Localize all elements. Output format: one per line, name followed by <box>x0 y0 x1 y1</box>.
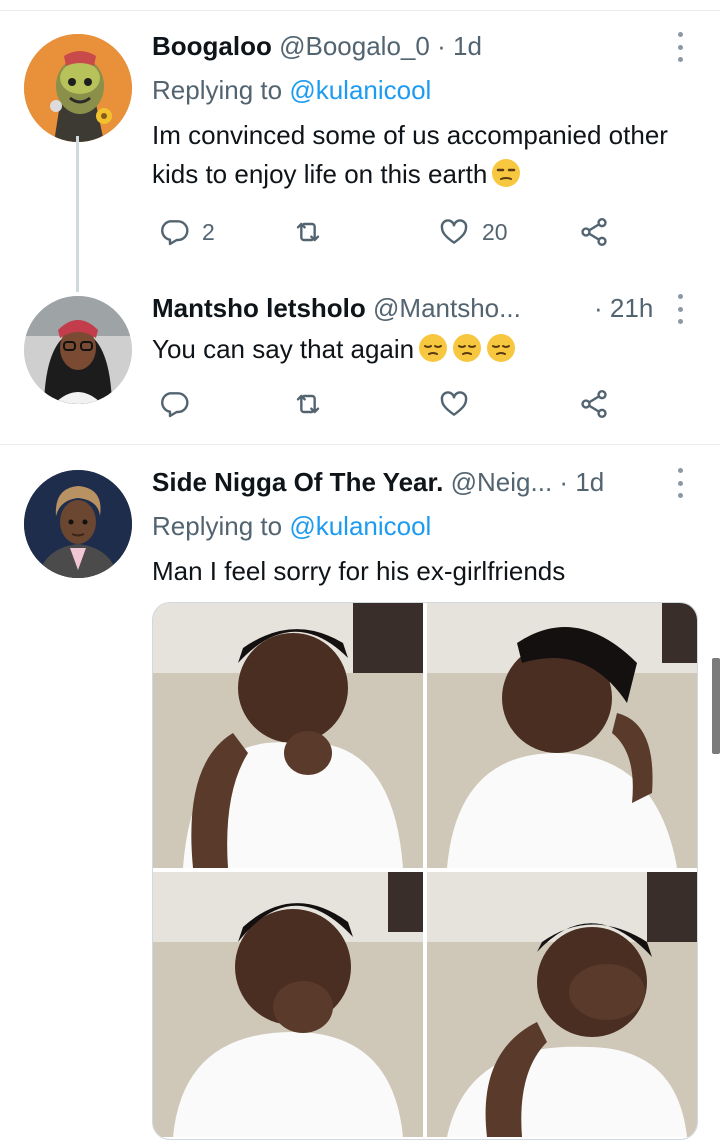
tweet-text: Man I feel sorry for his ex-girlfriends <box>152 552 692 591</box>
person-avatar-image <box>24 470 132 578</box>
boy-thinking-photo <box>153 603 423 868</box>
author-name[interactable]: Mantsho letsholo <box>152 293 366 323</box>
media-photo-4[interactable] <box>427 872 697 1137</box>
media-photo-3[interactable] <box>153 872 423 1137</box>
like-icon <box>440 219 468 244</box>
tweet2-actions <box>152 388 622 428</box>
boy-facepalm-photo <box>427 872 697 1137</box>
retweet-button[interactable] <box>292 388 324 420</box>
share-icon <box>581 218 607 246</box>
share-icon <box>581 390 607 418</box>
like-count: 20 <box>482 218 508 245</box>
replying-prefix: Replying to <box>152 511 283 541</box>
share-button[interactable] <box>578 216 610 248</box>
scrollbar[interactable] <box>712 658 720 754</box>
tweet-text-content: You can say that again <box>152 334 415 364</box>
pensive-face-icon <box>453 334 482 362</box>
avatar-boogaloo[interactable] <box>24 34 132 142</box>
author-handle[interactable]: @Boogalo_0 <box>279 31 430 61</box>
reply-icon <box>161 220 189 246</box>
tweet1-header: Boogaloo @Boogalo_0 · 1d <box>152 30 482 62</box>
tweet-divider <box>0 444 720 445</box>
mention-link[interactable]: @kulanicool <box>289 75 431 105</box>
author-handle[interactable]: @Neig... <box>451 467 553 497</box>
timestamp[interactable]: 1d <box>453 31 482 61</box>
boy-covering-face-photo <box>153 872 423 1137</box>
author-name[interactable]: Side Nigga Of The Year. <box>152 467 443 497</box>
like-icon <box>440 391 468 416</box>
media-photo-1[interactable] <box>153 603 423 868</box>
replying-to: Replying to @kulanicool <box>152 510 431 542</box>
tweet-text-content: Im convinced some of us accompanied othe… <box>152 120 668 189</box>
pensive-face-icon <box>419 334 448 362</box>
media-photo-2[interactable] <box>427 603 697 868</box>
boy-looking-back-photo <box>427 603 697 868</box>
more-icon[interactable] <box>675 468 685 498</box>
reply-button[interactable]: 2 <box>158 216 215 248</box>
more-icon[interactable] <box>675 294 685 324</box>
share-button[interactable] <box>578 388 610 420</box>
tweet-text: You can say that again <box>152 330 692 369</box>
tweet3-header: Side Nigga Of The Year. @Neig... · 1d <box>152 466 604 498</box>
timestamp[interactable]: 1d <box>575 467 604 497</box>
person-avatar-image <box>24 296 132 404</box>
retweet-icon <box>296 222 320 242</box>
reply-count: 2 <box>202 218 215 245</box>
tweet2-header: Mantsho letsholo @Mantsho... <box>152 292 521 324</box>
ape-avatar-image <box>24 34 132 142</box>
unamused-face-icon <box>492 159 521 187</box>
separator-dot: · <box>437 31 446 61</box>
separator-dot: · <box>559 467 569 497</box>
tweet2-time: · 21h <box>594 292 653 324</box>
tweet1-actions: 2 20 <box>152 216 622 256</box>
mention-link[interactable]: @kulanicool <box>289 511 431 541</box>
author-name[interactable]: Boogaloo <box>152 31 272 61</box>
thread-line <box>76 136 79 292</box>
reply-button[interactable] <box>158 388 190 420</box>
pensive-face-icon <box>487 334 516 362</box>
like-button[interactable]: 20 <box>438 216 508 248</box>
tweet-text: Im convinced some of us accompanied othe… <box>152 116 692 194</box>
author-handle[interactable]: @Mantsho... <box>373 293 521 323</box>
retweet-icon <box>296 394 320 414</box>
retweet-button[interactable] <box>292 216 324 248</box>
media-grid[interactable] <box>152 602 698 1140</box>
replying-prefix: Replying to <box>152 75 283 105</box>
like-button[interactable] <box>438 388 470 420</box>
top-divider <box>0 10 720 11</box>
avatar-mantsho[interactable] <box>24 296 132 404</box>
replying-to: Replying to @kulanicool <box>152 74 431 106</box>
tweet-text-content: Man I feel sorry for his ex-girlfriends <box>152 556 566 586</box>
reply-icon <box>161 392 189 418</box>
avatar-side[interactable] <box>24 470 132 578</box>
separator-dot: · <box>594 293 603 323</box>
timestamp[interactable]: 21h <box>610 293 653 323</box>
more-icon[interactable] <box>675 32 685 62</box>
